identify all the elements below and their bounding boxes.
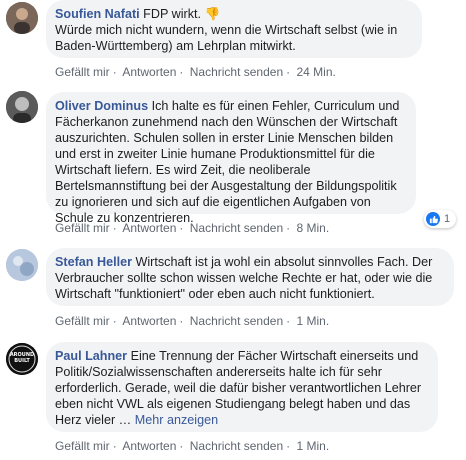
timestamp[interactable]: 1 Min.: [296, 314, 329, 328]
comment-text-continued: Würde mich nicht wundern, wenn die Wirts…: [55, 23, 398, 53]
comment-text: FDP wirkt. 👎: [143, 7, 221, 21]
avatar-logo-text: AROUND BUILT: [9, 352, 35, 364]
reply-link[interactable]: Antworten: [122, 65, 176, 79]
comment-actions: Gefällt mir · Antworten · Nachricht senden…: [55, 221, 330, 235]
comment-bubble: Stefan Heller Wirtschaft ist ja wohl ein…: [46, 248, 454, 306]
send-message-link[interactable]: Nachricht senden: [190, 221, 283, 235]
avatar[interactable]: [6, 91, 38, 123]
comment-bubble: Soufien Nafati FDP wirkt. 👎 Würde mich n…: [46, 0, 422, 58]
reaction-count: 1: [444, 213, 451, 225]
timestamp[interactable]: 24 Min.: [296, 65, 335, 79]
comment-text: Ich halte es für einen Fehler, Curriculu…: [55, 99, 400, 225]
comment-author[interactable]: Oliver Dominus: [55, 99, 148, 113]
avatar[interactable]: [6, 2, 38, 34]
thumbs-up-icon: [426, 212, 440, 226]
send-message-link[interactable]: Nachricht senden: [190, 439, 283, 453]
like-link[interactable]: Gefällt mir: [55, 221, 110, 235]
show-more-link[interactable]: Mehr anzeigen: [135, 413, 218, 427]
like-link[interactable]: Gefällt mir: [55, 65, 110, 79]
timestamp[interactable]: 8 Min.: [296, 221, 329, 235]
comment-author[interactable]: Stefan Heller: [55, 255, 132, 269]
comment-author[interactable]: Soufien Nafati: [55, 7, 140, 21]
comment-actions: Gefällt mir · Antworten · Nachricht senden…: [55, 65, 336, 79]
reply-link[interactable]: Antworten: [122, 439, 176, 453]
avatar[interactable]: [6, 249, 38, 281]
comment-bubble: Oliver Dominus Ich halte es für einen Fe…: [46, 92, 416, 225]
avatar[interactable]: AROUND BUILT: [6, 343, 38, 375]
reply-link[interactable]: Antworten: [122, 314, 176, 328]
comment-actions: Gefällt mir · Antworten · Nachricht senden…: [55, 314, 330, 328]
comment-author[interactable]: Paul Lahner: [55, 349, 127, 363]
reaction-badge[interactable]: 1: [424, 210, 457, 228]
like-link[interactable]: Gefällt mir: [55, 314, 110, 328]
like-link[interactable]: Gefällt mir: [55, 439, 110, 453]
timestamp[interactable]: 1 Min.: [296, 439, 329, 453]
comment-actions: Gefällt mir · Antworten · Nachricht senden…: [55, 439, 330, 453]
send-message-link[interactable]: Nachricht senden: [190, 65, 283, 79]
send-message-link[interactable]: Nachricht senden: [190, 314, 283, 328]
reply-link[interactable]: Antworten: [122, 221, 176, 235]
comment-bubble: Paul Lahner Eine Trennung der Fächer Wir…: [46, 342, 438, 432]
